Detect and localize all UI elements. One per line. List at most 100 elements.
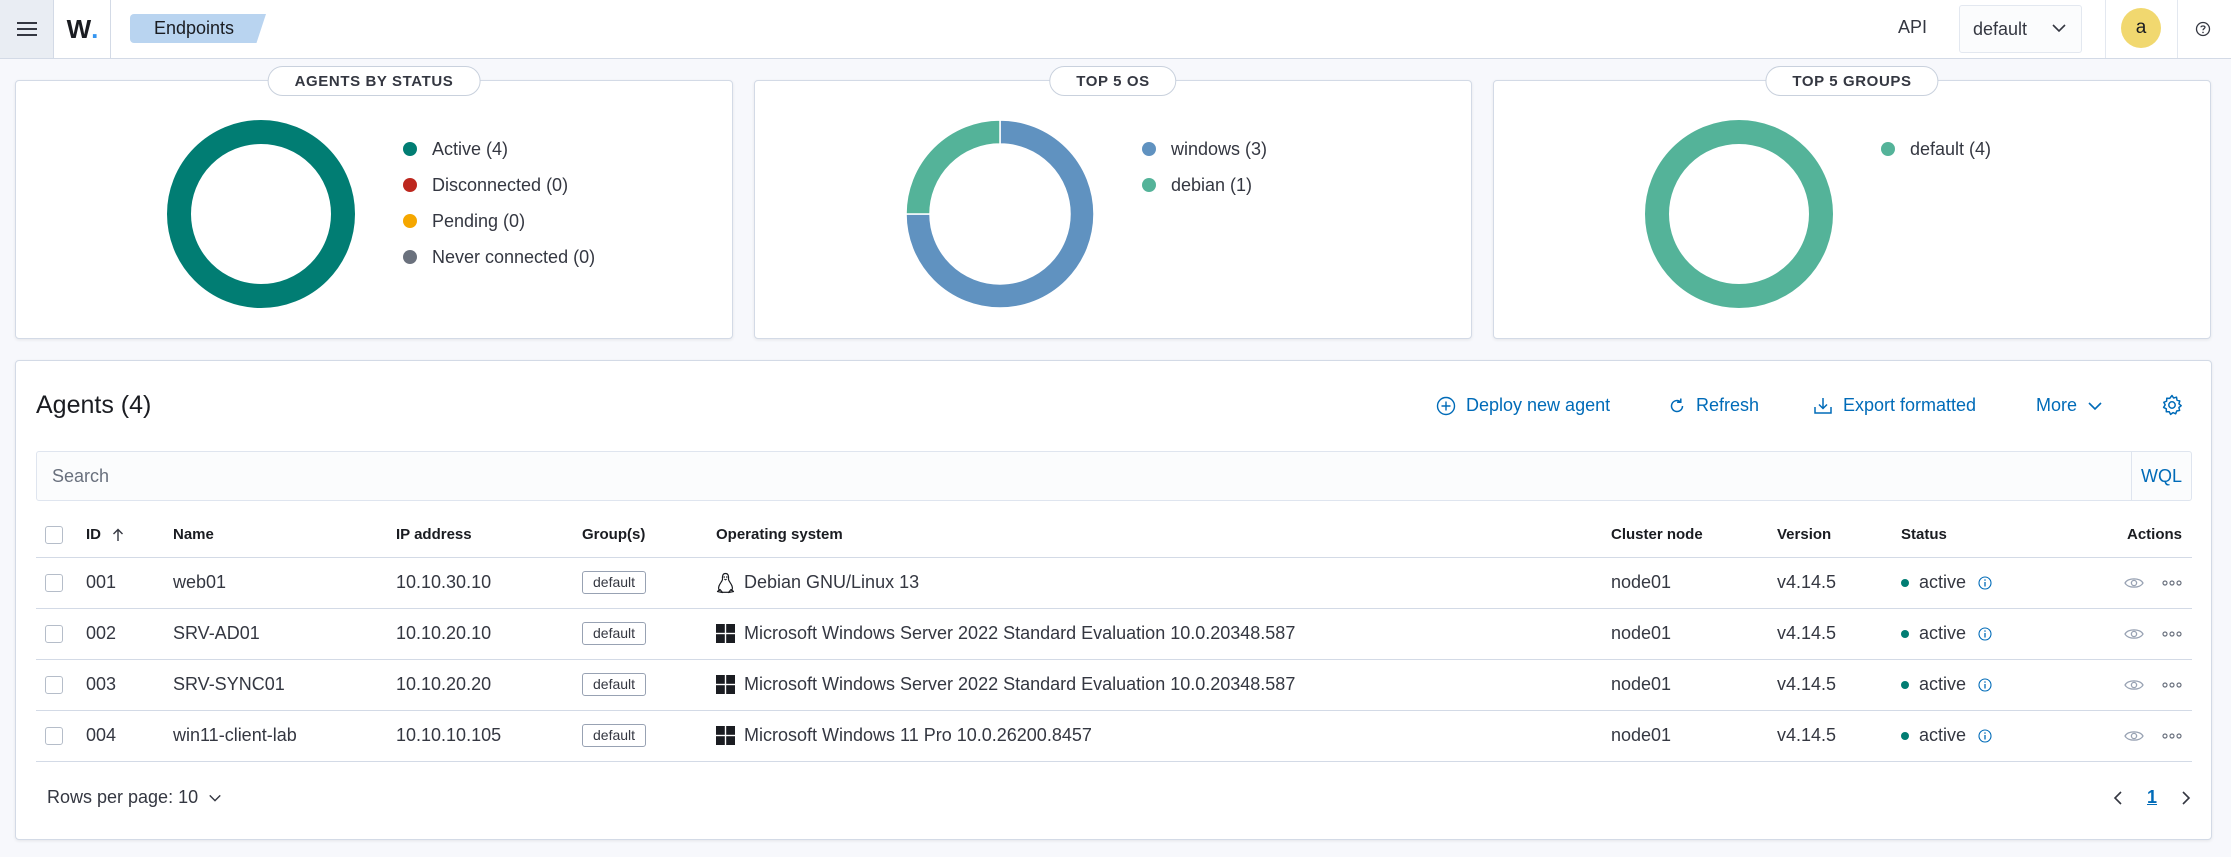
- donut-slice-active[interactable]: [167, 120, 355, 308]
- legend-item: Never connected (0): [403, 239, 595, 275]
- logo-text: W: [66, 13, 92, 44]
- windows-icon: [716, 675, 735, 694]
- column-header-version[interactable]: Version: [1777, 513, 1901, 558]
- wql-toggle[interactable]: WQL: [2131, 452, 2191, 500]
- donut-slice-debian[interactable]: [905, 119, 1001, 215]
- legend-label: debian (1): [1171, 174, 1253, 195]
- agent-cluster-node: node01: [1611, 608, 1777, 660]
- chevron-down-icon: [2088, 401, 2102, 410]
- info-icon[interactable]: [1978, 575, 1992, 590]
- eye-icon[interactable]: [2124, 576, 2144, 590]
- table-row[interactable]: 004 win11-client-lab 10.10.10.105 defaul…: [36, 710, 2192, 762]
- table-row[interactable]: 002 SRV-AD01 10.10.20.10 default Microso…: [36, 608, 2192, 660]
- groups-legend: default (4): [1881, 131, 1991, 167]
- agents-panel: Agents (4) Deploy new agent Refresh Expo…: [15, 360, 2212, 840]
- column-header-status[interactable]: Status: [1901, 513, 2085, 558]
- agent-version: v4.14.5: [1777, 557, 1901, 609]
- previous-page-icon[interactable]: [2111, 790, 2125, 806]
- eye-icon[interactable]: [2124, 678, 2144, 692]
- agent-name: web01: [173, 557, 396, 609]
- legend-label: default (4): [1910, 138, 1992, 159]
- column-header-ip[interactable]: IP address: [396, 513, 582, 558]
- more-actions-icon[interactable]: [2162, 732, 2182, 740]
- avatar[interactable]: a: [2121, 8, 2161, 48]
- search-input[interactable]: [37, 452, 2137, 500]
- info-icon[interactable]: [1978, 626, 1992, 641]
- agent-os: Microsoft Windows 11 Pro 10.0.26200.8457: [744, 725, 1092, 745]
- agent-status: active: [1919, 725, 1967, 745]
- group-badge[interactable]: default: [582, 724, 647, 747]
- rows-per-page-button[interactable]: Rows per page: 10: [47, 787, 222, 808]
- api-label[interactable]: API: [1898, 17, 1927, 38]
- row-checkbox[interactable]: [45, 574, 63, 593]
- column-header-groups[interactable]: Group(s): [582, 513, 716, 558]
- column-header-cluster-node[interactable]: Cluster node: [1611, 513, 1777, 558]
- agent-actions-cell: [2085, 557, 2192, 609]
- row-checkbox[interactable]: [45, 625, 63, 644]
- agent-os-cell: Microsoft Windows Server 2022 Standard E…: [716, 659, 1611, 711]
- table-body: 001 web01 10.10.30.10 default Debian GNU…: [36, 557, 2192, 762]
- status-dot: [1901, 629, 1909, 638]
- agent-cluster-node: node01: [1611, 659, 1777, 711]
- deploy-new-agent-button[interactable]: Deploy new agent: [1436, 395, 1610, 416]
- next-page-icon[interactable]: [2179, 790, 2193, 806]
- agent-status: active: [1919, 674, 1967, 694]
- agent-os: Debian GNU/Linux 13: [744, 572, 920, 592]
- row-checkbox[interactable]: [45, 676, 63, 695]
- agent-os-cell: Microsoft Windows Server 2022 Standard E…: [716, 608, 1611, 660]
- refresh-button[interactable]: Refresh: [1668, 395, 1759, 416]
- rows-per-page-label: Rows per page: 10: [47, 787, 199, 807]
- breadcrumb-endpoints[interactable]: Endpoints: [130, 14, 266, 43]
- table-row[interactable]: 001 web01 10.10.30.10 default Debian GNU…: [36, 557, 2192, 609]
- gear-icon[interactable]: [2161, 394, 2183, 416]
- column-header-os[interactable]: Operating system: [716, 513, 1611, 558]
- group-badge[interactable]: default: [582, 571, 647, 594]
- info-icon[interactable]: [1978, 728, 1992, 743]
- table-header-row: ID Name IP address Group(s) Operating sy…: [36, 513, 2192, 558]
- api-select[interactable]: default: [1959, 5, 2082, 53]
- more-actions-icon[interactable]: [2162, 630, 2182, 638]
- agent-group-cell: default: [582, 710, 716, 762]
- top-header: W. Endpoints API default a: [0, 0, 2231, 59]
- help-button[interactable]: [2193, 19, 2213, 39]
- row-checkbox[interactable]: [45, 727, 63, 746]
- status-donut-chart: [167, 120, 355, 308]
- os-donut-chart: [905, 119, 1095, 309]
- export-formatted-button[interactable]: Export formatted: [1813, 395, 1976, 416]
- status-dot: [1901, 680, 1909, 689]
- legend-label: windows (3): [1171, 138, 1268, 159]
- menu-button[interactable]: [0, 0, 54, 58]
- search-bar: WQL: [36, 451, 2192, 501]
- agent-id: 002: [86, 608, 173, 660]
- panel-title: Agents (4): [36, 391, 152, 419]
- legend-label: Pending (0): [432, 210, 526, 231]
- agent-os-cell: Microsoft Windows 11 Pro 10.0.26200.8457: [716, 710, 1611, 762]
- header-divider: [2177, 0, 2178, 58]
- group-badge[interactable]: default: [582, 622, 647, 645]
- row-select-cell: [36, 659, 86, 711]
- export-label: Export formatted: [1843, 395, 1977, 415]
- info-icon[interactable]: [1978, 677, 1992, 692]
- donut-slice-default[interactable]: [1645, 120, 1833, 308]
- windows-icon: [716, 726, 735, 745]
- plus-circle-icon: [1436, 396, 1456, 415]
- table-row[interactable]: 003 SRV-SYNC01 10.10.20.20 default Micro…: [36, 659, 2192, 711]
- app-logo[interactable]: W.: [55, 0, 111, 58]
- column-header-actions: Actions: [2085, 513, 2192, 558]
- page-number[interactable]: 1: [2147, 787, 2157, 808]
- column-header-name[interactable]: Name: [173, 513, 396, 558]
- status-legend: Active (4) Disconnected (0) Pending (0) Nev…: [403, 131, 595, 275]
- eye-icon[interactable]: [2124, 627, 2144, 641]
- legend-item: Disconnected (0): [403, 167, 595, 203]
- agent-id: 004: [86, 710, 173, 762]
- agent-ip: 10.10.30.10: [396, 557, 582, 609]
- more-actions-icon[interactable]: [2162, 579, 2182, 587]
- more-dropdown[interactable]: More: [2036, 395, 2103, 416]
- agent-status-cell: active: [1901, 659, 2085, 711]
- agent-name: SRV-SYNC01: [173, 659, 396, 711]
- column-header-id[interactable]: ID: [86, 513, 173, 558]
- eye-icon[interactable]: [2124, 729, 2144, 743]
- more-actions-icon[interactable]: [2162, 681, 2182, 689]
- select-all-checkbox[interactable]: [45, 525, 63, 544]
- group-badge[interactable]: default: [582, 673, 647, 696]
